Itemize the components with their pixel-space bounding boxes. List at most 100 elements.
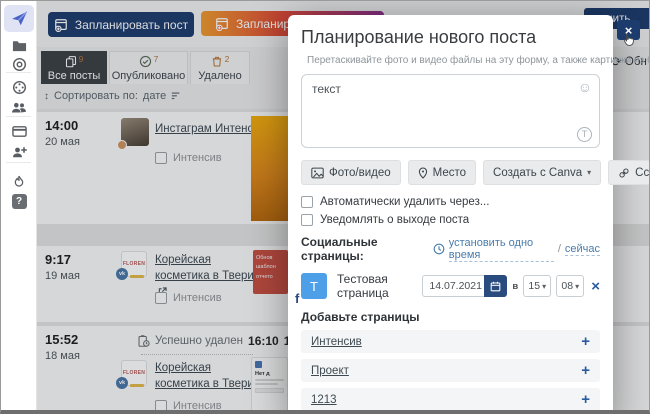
now-link[interactable]: сейчас (565, 243, 600, 256)
auto-delete-label: Автоматически удалить через... (320, 196, 489, 208)
image-icon (311, 167, 324, 179)
tab-deleted[interactable]: 2 Удалено (190, 51, 250, 84)
alert-badge-line: шаблон (256, 263, 285, 272)
trash-icon (211, 55, 223, 68)
minute-select[interactable]: 08 ▾ (556, 275, 584, 297)
add-page-row: Проект + (301, 359, 600, 382)
preview-line (255, 383, 278, 385)
instagram-badge-icon (117, 140, 127, 150)
hour-select[interactable]: 15 ▾ (523, 275, 551, 297)
alert-badge-line: отчето (256, 273, 285, 282)
link-icon (618, 167, 630, 179)
calendar-button[interactable] (484, 275, 507, 297)
add-plus-button[interactable]: + (581, 334, 590, 349)
post-time-col: 9:17 19 мая (45, 252, 80, 282)
clock-icon (433, 243, 445, 255)
sidebar-item-billing[interactable] (1, 120, 37, 142)
caret-down-icon: ▾ (587, 168, 591, 177)
project-check-row: Интенсив (155, 292, 222, 304)
sidebar-item-reels[interactable] (1, 76, 37, 98)
project-link[interactable]: Проект (311, 365, 349, 377)
photo-video-button[interactable]: Фото/видео (301, 160, 401, 185)
avatar: FLOREN vk (121, 360, 147, 386)
sidebar-item-hot[interactable] (1, 170, 37, 192)
link-button[interactable]: Ссылка (608, 160, 650, 185)
sidebar-item-invite[interactable] (1, 141, 37, 163)
link-label: Ссылка (635, 167, 650, 179)
schedule-post-icon (54, 18, 68, 32)
sidebar-item-posts[interactable] (4, 5, 34, 32)
post-options: Автоматически удалить через... Уведомлят… (301, 196, 600, 226)
post-title-text: Корейская косметика в Твери (155, 254, 254, 282)
post-time-col: 14:00 20 мая (45, 118, 80, 148)
auto-delete-checkbox[interactable] (301, 196, 313, 208)
schedule-post-label: Запланировать пост (75, 18, 188, 32)
alert-badge-line: Обнов (256, 254, 285, 263)
tab-label: Все посты (48, 70, 101, 82)
remove-page-button[interactable]: × (591, 279, 600, 294)
place-button[interactable]: Место (408, 160, 476, 185)
post-image-preview[interactable]: Нет д (251, 357, 288, 411)
tab-label: Опубликовано (112, 70, 186, 82)
project-checkbox[interactable] (155, 292, 167, 304)
caret-down-icon: ▾ (542, 282, 546, 291)
option-row: Уведомлять о выходе поста (301, 214, 600, 226)
project-link[interactable]: 1213 (311, 394, 337, 406)
folder-icon (12, 38, 27, 53)
modal-subtitle-row: Перетаскивайте фото и видео файлы на эту… (301, 55, 600, 66)
set-one-time-link[interactable]: установить одно время (449, 237, 554, 262)
place-label: Место (433, 167, 466, 179)
team-icon (11, 100, 27, 116)
canva-button[interactable]: Создать с Canva ▾ (483, 160, 601, 185)
emoji-icon[interactable]: ☺ (578, 79, 592, 95)
tab-published[interactable]: 7 Опубликовано (109, 51, 188, 84)
date-input[interactable] (422, 275, 484, 297)
location-pin-icon (418, 167, 428, 179)
preview-line (255, 379, 284, 381)
avatar-text: FLOREN (123, 370, 145, 376)
post-time-col: 15:52 18 мая (45, 332, 80, 362)
avatar: FLOREN vk (121, 251, 147, 277)
project-checkbox[interactable] (155, 400, 167, 412)
project-label: Интенсив (173, 292, 222, 304)
time-preposition: в (512, 281, 518, 292)
mouse-cursor-icon (621, 32, 635, 48)
social-pages-label: Социальные страницы: (301, 235, 433, 263)
canva-label: Создать с Canva (493, 167, 582, 179)
project-checkbox[interactable] (155, 152, 167, 164)
post-title-link[interactable]: Корейская косметика в Твери (155, 360, 257, 392)
tab-count: 9 (79, 54, 84, 64)
add-plus-button[interactable]: + (581, 392, 590, 407)
schedule-stories-icon (215, 17, 229, 31)
sidebar-divider (6, 72, 31, 73)
schedule-post-button[interactable]: Запланировать пост (48, 12, 194, 37)
option-row: Автоматически удалить через... (301, 196, 600, 208)
project-check-row: Интенсив (155, 152, 222, 164)
social-page-row: T f Тестовая страница в 15 ▾ 08 ▾ × (301, 272, 600, 300)
project-link[interactable]: Интенсив (311, 336, 362, 348)
post-title-text: Инстаграм Интенсив (155, 123, 266, 135)
post-image-preview[interactable] (251, 116, 288, 221)
post-title-text: Корейская косметика в Твери (155, 362, 254, 390)
post-time: 15:52 (45, 332, 80, 347)
post-date: 19 мая (45, 270, 80, 282)
reel-icon (12, 80, 27, 95)
card-icon (12, 124, 27, 139)
sort-control[interactable]: ↕ Сортировать по: дате (44, 90, 181, 102)
post-date: 18 мая (45, 350, 80, 362)
sidebar-item-help[interactable]: ? (1, 190, 37, 212)
sort-value: дате (143, 90, 166, 102)
text-format-icon[interactable]: T (577, 127, 592, 142)
sort-prefix: Сортировать по: (54, 90, 138, 102)
notify-checkbox[interactable] (301, 214, 313, 226)
post-text-editor[interactable]: текст ☺ T (301, 74, 600, 148)
post-date: 20 мая (45, 136, 80, 148)
add-plus-button[interactable]: + (581, 363, 590, 378)
attachment-actions: Фото/видео Место Создать с Canva ▾ Ссылк… (301, 160, 600, 185)
avatar (121, 118, 149, 146)
tab-all-posts[interactable]: 9 Все посты (41, 51, 107, 84)
vk-progress-bar (130, 384, 144, 387)
project-label: Интенсив (173, 152, 222, 164)
alert-badge[interactable]: Обнов шаблон отчето (253, 250, 288, 294)
clipboard-clock-icon (137, 334, 150, 348)
